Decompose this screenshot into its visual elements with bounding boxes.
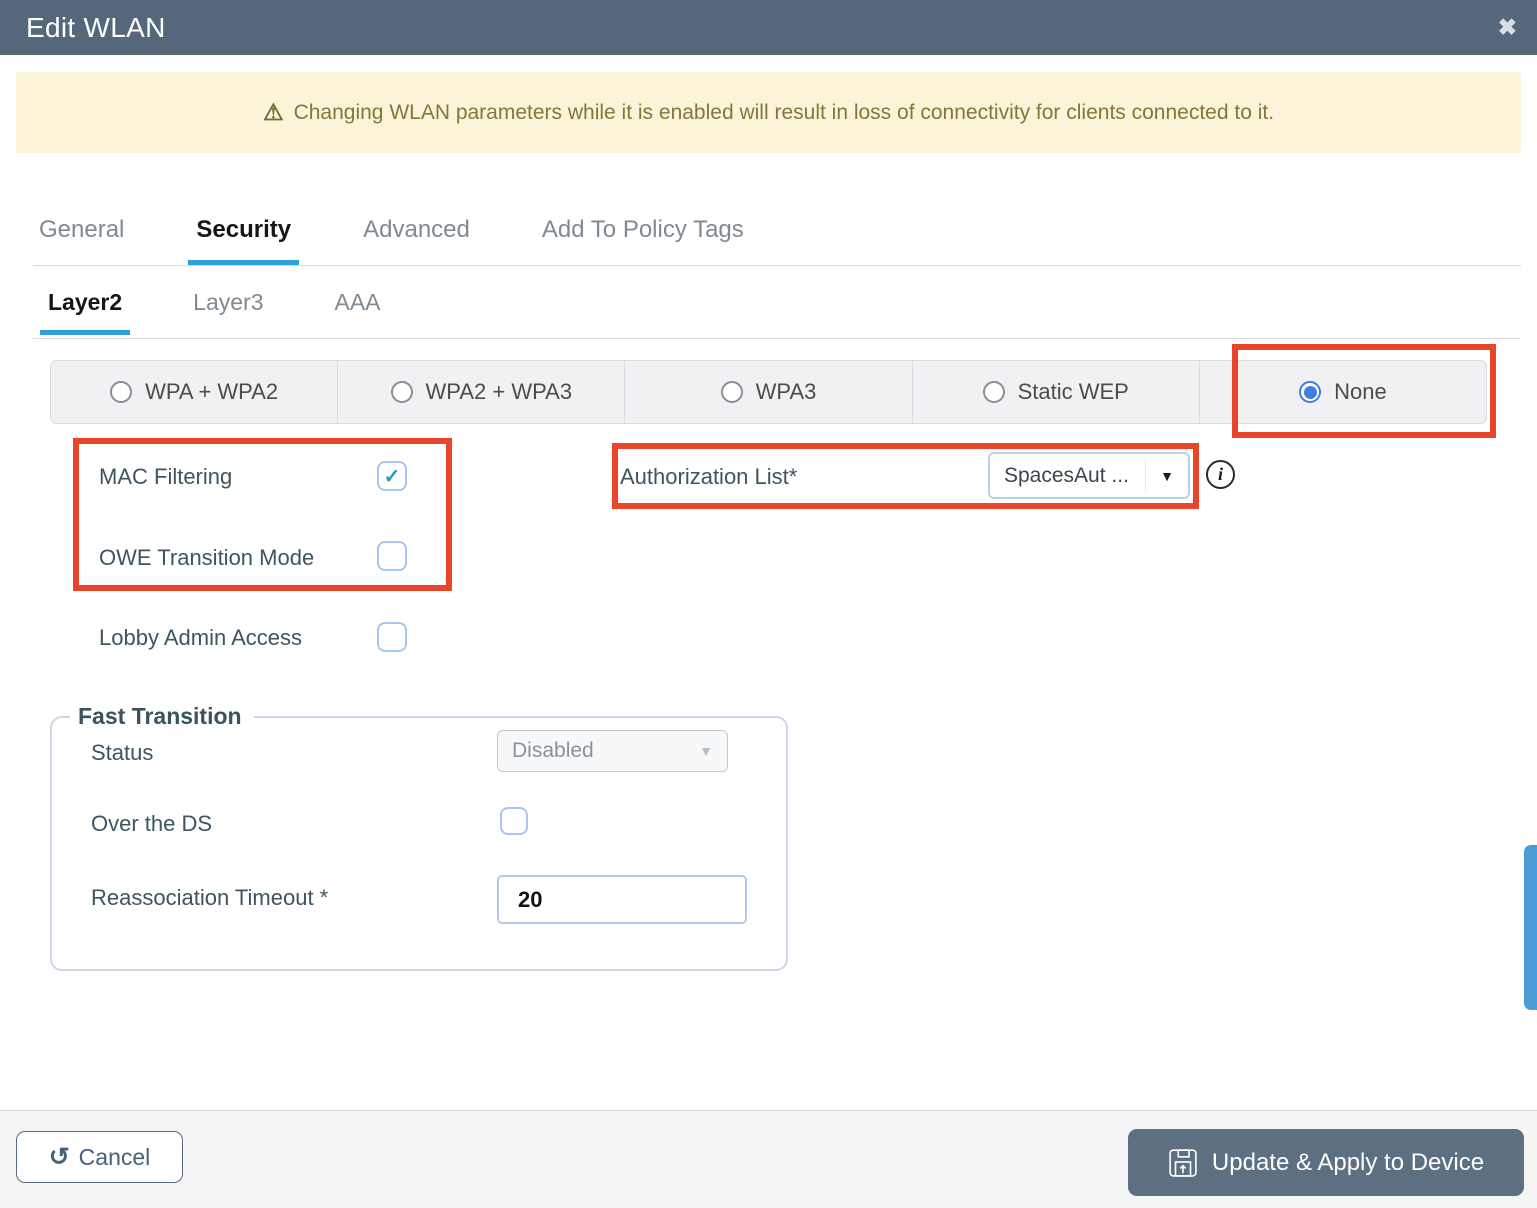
save-icon: [1168, 1148, 1198, 1178]
fast-transition-legend: Fast Transition: [78, 703, 242, 729]
security-mode-wpa3[interactable]: WPA3: [624, 361, 911, 423]
main-tabs: General Security Advanced Add To Policy …: [33, 212, 1521, 266]
authorization-list-label: Authorization List*: [620, 464, 798, 489]
security-mode-label: WPA + WPA2: [145, 379, 279, 404]
update-apply-button-label: Update & Apply to Device: [1211, 1148, 1485, 1176]
owe-transition-mode-label: OWE Transition Mode: [99, 545, 315, 570]
radio-unselected-icon[interactable]: [982, 381, 1005, 403]
scrollbar-thumb[interactable]: [1524, 845, 1537, 1010]
status-label: Status: [91, 740, 154, 765]
warning-banner: ⚠ Changing WLAN parameters while it is e…: [16, 72, 1521, 153]
status-value: Disabled: [512, 739, 594, 762]
warning-text: Changing WLAN parameters while it is ena…: [293, 100, 1275, 124]
mac-filtering-checkbox[interactable]: ✓: [377, 461, 407, 491]
undo-icon: ↺: [48, 1142, 70, 1171]
security-subtabs: Layer2 Layer3 AAA: [33, 285, 1521, 339]
cancel-button[interactable]: ↺ Cancel: [16, 1131, 183, 1183]
radio-unselected-icon[interactable]: [390, 381, 413, 403]
tab-general[interactable]: General: [33, 212, 130, 263]
reassociation-timeout-input[interactable]: [497, 875, 747, 924]
status-dropdown[interactable]: Disabled ▼: [497, 730, 728, 772]
security-mode-static-wep[interactable]: Static WEP: [911, 361, 1199, 423]
authorization-list-value: SpacesAut ...: [1004, 463, 1129, 487]
modal-header: Edit WLAN ✖: [0, 0, 1537, 55]
chevron-down-icon: ▼: [699, 743, 713, 759]
tab-security[interactable]: Security: [188, 212, 299, 265]
security-mode-wpa2-wpa3[interactable]: WPA2 + WPA3: [337, 361, 624, 423]
update-apply-button[interactable]: Update & Apply to Device: [1128, 1129, 1524, 1196]
edit-wlan-modal: Edit WLAN ✖ ⚠ Changing WLAN parameters w…: [0, 0, 1537, 1208]
cancel-button-label: Cancel: [78, 1143, 151, 1170]
close-icon[interactable]: ✖: [1498, 16, 1517, 39]
security-mode-label: None: [1334, 379, 1387, 404]
subtab-layer2[interactable]: Layer2: [39, 285, 131, 335]
radio-selected-icon[interactable]: [1299, 381, 1322, 403]
tab-advanced[interactable]: Advanced: [357, 212, 476, 263]
lobby-admin-access-label: Lobby Admin Access: [99, 625, 303, 650]
radio-unselected-icon[interactable]: [720, 381, 743, 403]
page-title: Edit WLAN: [26, 11, 166, 43]
radio-unselected-icon[interactable]: [110, 381, 133, 403]
security-mode-label: WPA3: [755, 379, 817, 404]
lobby-admin-access-checkbox[interactable]: [377, 622, 407, 652]
mac-filtering-label: MAC Filtering: [99, 464, 233, 489]
chevron-down-icon: ▼: [1160, 467, 1174, 484]
reassociation-timeout-label: Reassociation Timeout *: [91, 885, 329, 910]
authorization-list-dropdown[interactable]: SpacesAut ... ▼: [988, 452, 1190, 499]
footer-bar: ↺ Cancel Update & Apply to Device: [0, 1110, 1537, 1208]
owe-transition-mode-checkbox[interactable]: [377, 541, 407, 571]
security-mode-label: Static WEP: [1017, 379, 1129, 404]
subtab-aaa[interactable]: AAA: [330, 285, 386, 333]
layer2-security-mode-group: WPA + WPA2 WPA2 + WPA3 WPA3 Static WEP N…: [50, 360, 1487, 424]
subtab-layer3[interactable]: Layer3: [188, 285, 268, 333]
security-mode-label: WPA2 + WPA3: [425, 379, 573, 404]
security-mode-none[interactable]: None: [1198, 361, 1486, 423]
check-icon: ✓: [383, 465, 401, 488]
over-the-ds-label: Over the DS: [91, 811, 213, 836]
security-mode-wpa-wpa2[interactable]: WPA + WPA2: [51, 361, 337, 423]
over-the-ds-checkbox[interactable]: [500, 807, 528, 835]
info-icon[interactable]: i: [1206, 460, 1235, 489]
warning-icon: ⚠: [262, 99, 284, 125]
tab-add-to-policy-tags[interactable]: Add To Policy Tags: [536, 212, 750, 263]
